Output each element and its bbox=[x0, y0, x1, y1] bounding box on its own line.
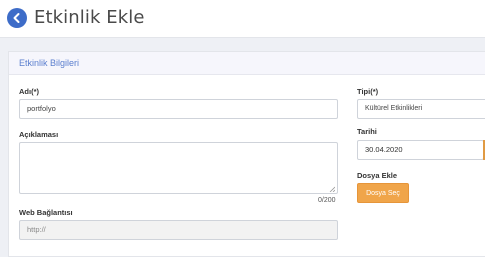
file-label: Dosya Ekle bbox=[357, 171, 398, 180]
date-input[interactable]: 30.04.2020 bbox=[357, 140, 484, 160]
page-title: Etkinlik Ekle bbox=[34, 7, 145, 28]
back-button[interactable] bbox=[7, 8, 27, 28]
event-info-card: Etkinlik Bilgileri Adı(*) portfolyo Açık… bbox=[8, 51, 485, 257]
date-label: Tarihi bbox=[357, 127, 377, 136]
choose-file-button[interactable]: Dosya Seç bbox=[357, 183, 409, 203]
char-counter: 0/200 bbox=[318, 197, 336, 204]
arrow-left-icon bbox=[13, 13, 20, 23]
type-label: Tipi(*) bbox=[357, 87, 379, 96]
page-header: Etkinlik Ekle bbox=[0, 0, 485, 38]
web-link-label: Web Bağlantısı bbox=[19, 208, 73, 217]
name-input[interactable]: portfolyo bbox=[19, 99, 338, 119]
web-link-input[interactable]: http:// bbox=[19, 220, 338, 240]
type-select[interactable]: Kültürel Etkinlikleri bbox=[357, 99, 485, 119]
description-label: Açıklaması bbox=[19, 130, 59, 139]
description-textarea[interactable] bbox=[19, 142, 338, 194]
card-title: Etkinlik Bilgileri bbox=[19, 58, 80, 68]
name-label: Adı(*) bbox=[19, 87, 39, 96]
resize-grip-icon[interactable] bbox=[329, 186, 335, 192]
card-header: Etkinlik Bilgileri bbox=[9, 52, 485, 75]
